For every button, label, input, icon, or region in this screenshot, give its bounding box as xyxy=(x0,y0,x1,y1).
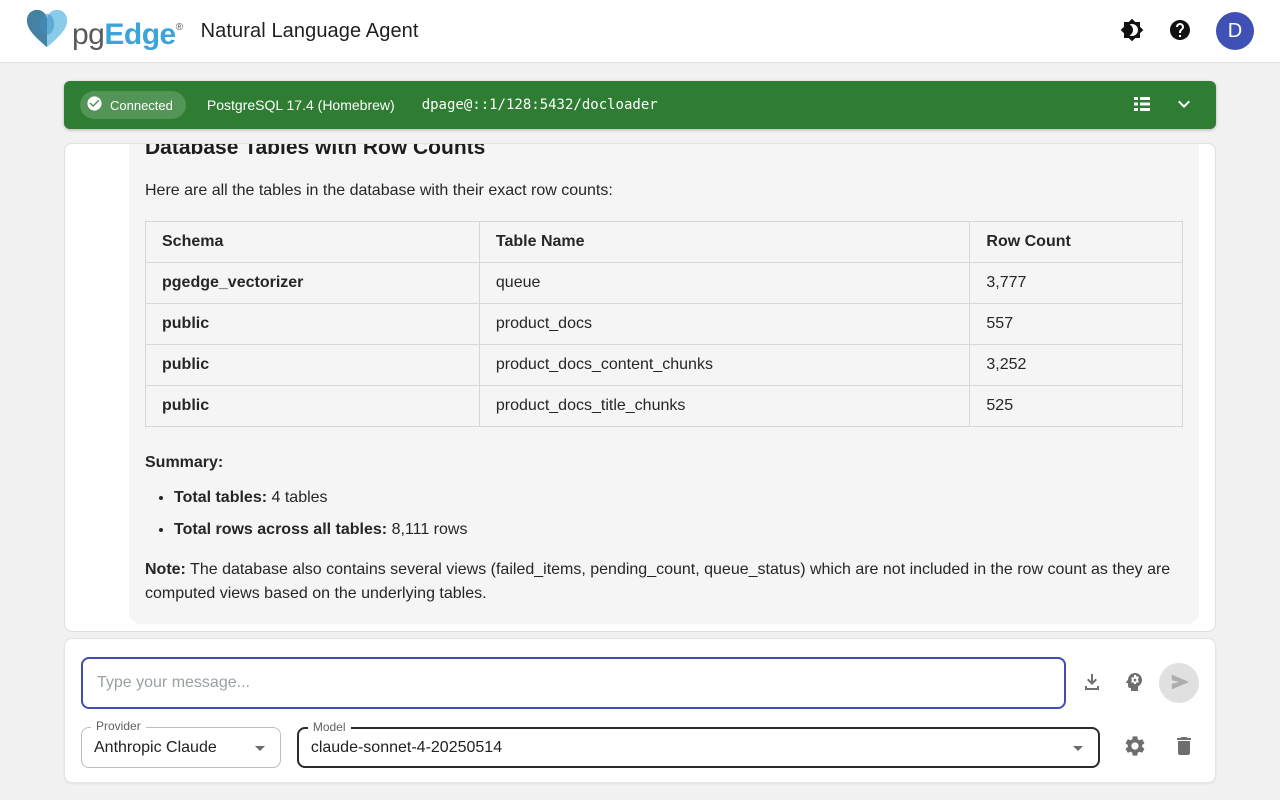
provider-select[interactable]: Provider Anthropic Claude xyxy=(81,727,281,768)
summary-heading: Summary: xyxy=(145,451,1183,475)
table-name-cell: product_docs_content_chunks xyxy=(479,345,970,386)
note-paragraph: Note: The database also contains several… xyxy=(145,558,1183,606)
table-row: public product_docs_content_chunks 3,252 xyxy=(146,345,1183,386)
row-count-cell: 557 xyxy=(970,304,1183,345)
table-name-cell: product_docs xyxy=(479,304,970,345)
message-intro: Here are all the tables in the database … xyxy=(145,179,1183,203)
user-avatar[interactable]: D xyxy=(1216,12,1254,50)
table-row: public product_docs_title_chunks 525 xyxy=(146,386,1183,427)
table-name-cell: product_docs_title_chunks xyxy=(479,386,970,427)
download-icon xyxy=(1080,670,1104,697)
settings-button[interactable] xyxy=(1120,733,1150,763)
message-heading: Database Tables with Row Counts xyxy=(145,143,1183,162)
connection-expand-button[interactable] xyxy=(1166,87,1202,123)
connected-badge-label: Connected xyxy=(110,98,173,113)
check-circle-icon xyxy=(86,95,103,115)
send-icon xyxy=(1167,671,1191,696)
list-item: Total tables: 4 tables xyxy=(174,486,1183,510)
schema-cell: public xyxy=(146,345,480,386)
schema-cell: public xyxy=(146,304,480,345)
theme-toggle-button[interactable] xyxy=(1112,11,1152,51)
dropdown-arrow-icon xyxy=(248,736,272,760)
chevron-down-icon xyxy=(1172,92,1196,119)
model-select[interactable]: Model claude-sonnet-4-20250514 xyxy=(297,727,1100,768)
pgedge-logo-icon xyxy=(24,8,70,55)
dropdown-arrow-icon xyxy=(1066,736,1090,760)
table-row: pgedge_vectorizer queue 3,777 xyxy=(146,263,1183,304)
connection-list-button[interactable] xyxy=(1124,87,1160,123)
pgedge-logo: pgEdge® xyxy=(24,8,183,55)
psychology-icon xyxy=(1122,670,1146,697)
model-select-label: Model xyxy=(308,720,351,734)
connection-status-bar[interactable]: Connected PostgreSQL 17.4 (Homebrew) dpa… xyxy=(64,81,1216,129)
schema-cell: pgedge_vectorizer xyxy=(146,263,480,304)
clear-chat-button[interactable] xyxy=(1169,733,1199,763)
connected-badge: Connected xyxy=(80,91,186,119)
row-counts-table: Schema Table Name Row Count pgedge_vecto… xyxy=(145,221,1183,427)
composer-panel: Provider Anthropic Claude Model claude-s… xyxy=(64,638,1216,783)
column-header-schema: Schema xyxy=(146,222,480,263)
table-row: public product_docs 557 xyxy=(146,304,1183,345)
pgedge-wordmark: pgEdge® xyxy=(72,8,183,55)
list-item: Total rows across all tables: 8,111 rows xyxy=(174,518,1183,542)
connection-string-text: dpage@::1/128:5432/docloader xyxy=(422,97,658,113)
help-button[interactable] xyxy=(1160,11,1200,51)
row-count-cell: 3,252 xyxy=(970,345,1183,386)
app-header: pgEdge® Natural Language Agent D xyxy=(0,0,1280,63)
row-count-cell: 3,777 xyxy=(970,263,1183,304)
download-button[interactable] xyxy=(1077,668,1107,698)
provider-select-label: Provider xyxy=(91,719,146,733)
list-icon xyxy=(1130,92,1154,119)
help-icon xyxy=(1168,18,1192,45)
assistant-message: Database Tables with Row Counts Here are… xyxy=(129,143,1199,624)
page-title: Natural Language Agent xyxy=(201,20,419,43)
column-header-row-count: Row Count xyxy=(970,222,1183,263)
thinking-mode-button[interactable] xyxy=(1119,668,1149,698)
provider-select-value: Anthropic Claude xyxy=(94,739,248,757)
column-header-table-name: Table Name xyxy=(479,222,970,263)
server-version-text: PostgreSQL 17.4 (Homebrew) xyxy=(207,97,395,113)
gear-icon xyxy=(1123,734,1147,761)
schema-cell: public xyxy=(146,386,480,427)
table-name-cell: queue xyxy=(479,263,970,304)
send-button[interactable] xyxy=(1159,663,1199,703)
table-header-row: Schema Table Name Row Count xyxy=(146,222,1183,263)
summary-list: Total tables: 4 tables Total rows across… xyxy=(145,486,1183,542)
trash-icon xyxy=(1172,734,1196,761)
message-input[interactable] xyxy=(81,657,1066,709)
row-count-cell: 525 xyxy=(970,386,1183,427)
chat-history-panel: Database Tables with Row Counts Here are… xyxy=(64,143,1216,632)
dark-mode-icon xyxy=(1120,18,1144,45)
model-select-value: claude-sonnet-4-20250514 xyxy=(311,739,1066,757)
